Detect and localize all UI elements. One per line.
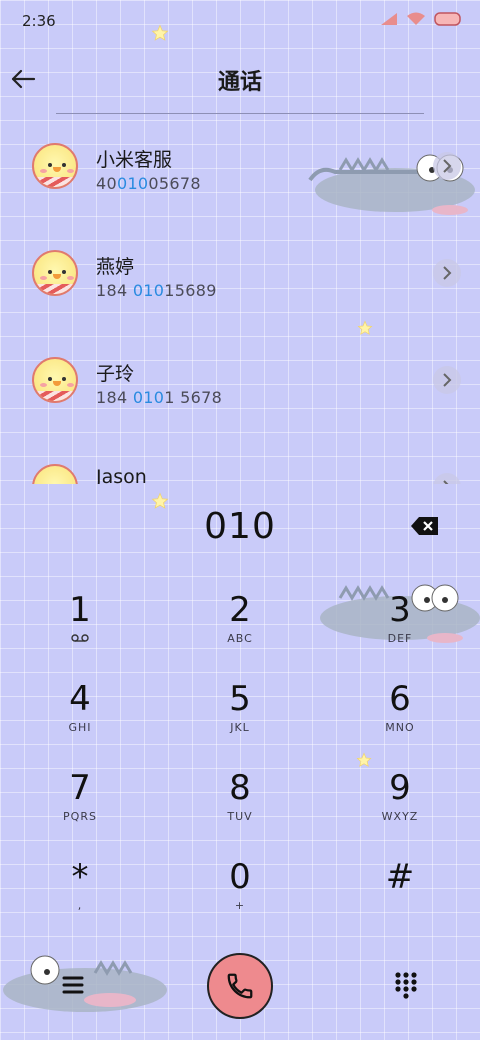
key-7[interactable]: 7 PQRS [0, 768, 160, 856]
key-star[interactable]: * , [0, 857, 160, 945]
voicemail-icon [71, 634, 89, 642]
backspace-button[interactable] [410, 516, 442, 538]
contact-detail-button[interactable] [433, 473, 461, 484]
phone-icon [227, 973, 253, 999]
avatar [32, 357, 78, 403]
avatar [32, 464, 78, 484]
contact-number: 4001005678 [96, 174, 201, 193]
key-4[interactable]: 4 GHI [0, 679, 160, 767]
status-time: 2:36 [22, 12, 56, 30]
page-title: 通话 [217, 70, 262, 95]
dial-display: 010 [0, 496, 480, 560]
wifi-icon [407, 12, 425, 25]
chevron-right-icon [443, 266, 452, 280]
contact-list: 小米客服 4001005678 燕婷 184 01015689 子玲 184 0… [0, 116, 480, 484]
menu-icon [62, 976, 84, 994]
status-bar: 2:36 [0, 0, 480, 44]
chevron-right-icon [443, 480, 449, 484]
key-0[interactable]: 0 + [160, 857, 320, 945]
key-8[interactable]: 8 TUV [160, 768, 320, 856]
contact-name: 小米客服 [96, 149, 173, 171]
contact-name: Jason [96, 466, 147, 484]
avatar [32, 250, 78, 296]
key-2[interactable]: 2 ABC [160, 590, 320, 678]
battery-icon [434, 12, 461, 26]
key-6[interactable]: 6 MNO [320, 679, 480, 767]
call-button[interactable] [207, 953, 273, 1019]
key-9[interactable]: 9 WXYZ [320, 768, 480, 856]
backspace-icon [411, 517, 438, 535]
header-divider [56, 113, 424, 114]
chevron-right-icon [443, 159, 452, 173]
contact-row[interactable]: 子玲 184 0101 5678 [0, 330, 480, 437]
dialpad-button[interactable] [392, 970, 422, 1002]
contact-number: 184 0101 5678 [96, 388, 223, 407]
contact-detail-button[interactable] [433, 366, 461, 394]
key-5[interactable]: 5 JKL [160, 679, 320, 767]
contact-number: 184 01015689 [96, 281, 217, 300]
menu-button[interactable] [58, 972, 90, 1000]
dialpad-icon [395, 972, 417, 999]
contact-row[interactable]: Jason [0, 437, 480, 484]
signal-icon [381, 13, 397, 25]
contact-row[interactable]: 燕婷 184 01015689 [0, 223, 480, 330]
key-3[interactable]: 3 DEF [320, 590, 480, 678]
key-1[interactable]: 1 [0, 590, 160, 678]
contact-row[interactable]: 小米客服 4001005678 [0, 116, 480, 223]
contact-name: 燕婷 [96, 256, 135, 278]
header: 通话 [0, 44, 480, 116]
status-icons [380, 12, 462, 26]
contact-name: 子玲 [96, 363, 135, 385]
bottom-bar [0, 950, 480, 1040]
key-hash[interactable]: # [320, 857, 480, 945]
dialed-number: 010 [204, 506, 276, 547]
chevron-right-icon [443, 373, 452, 387]
contact-detail-button[interactable] [433, 259, 461, 287]
avatar [32, 143, 78, 189]
contact-detail-button[interactable] [433, 152, 461, 180]
